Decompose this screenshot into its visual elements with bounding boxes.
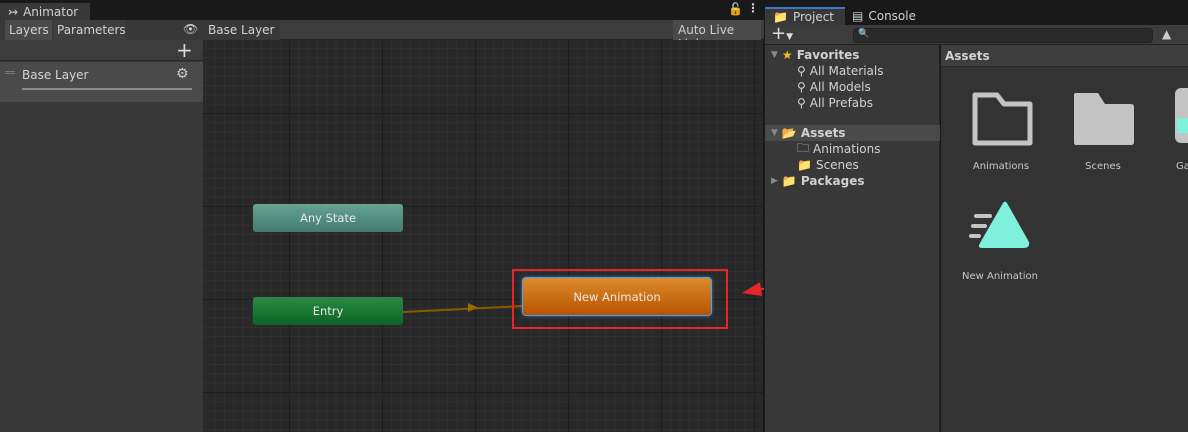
grid-item-label[interactable]: New Animation [950, 271, 1050, 282]
animation-clip-icon[interactable] [968, 200, 1038, 250]
grid-item-label[interactable]: Scenes [1053, 161, 1153, 172]
tree-assets[interactable]: ▼ 📂 Assets [765, 125, 940, 141]
prefab-icon[interactable] [1175, 88, 1188, 143]
console-icon: ▤ [852, 9, 864, 23]
project-tree: ▼ ★ Favorites ⚲ All Materials ⚲ All Models ⚲… [765, 45, 940, 432]
create-menu-button[interactable]: +▼ [771, 23, 793, 44]
state-new-animation[interactable]: New Animation [523, 278, 711, 315]
transition-arrow-icon [468, 303, 478, 312]
search-icon: ⚲ [797, 64, 806, 78]
star-icon: ★ [781, 48, 793, 62]
tab-console[interactable]: ▤ Console [852, 9, 916, 23]
transition-line[interactable] [402, 305, 524, 313]
folder-icon: 📁 [781, 174, 797, 188]
search-icon: 🔍 [858, 29, 870, 39]
grid-item-label[interactable]: Animations [951, 161, 1051, 172]
state-any-state[interactable]: Any State [253, 204, 403, 232]
grid-header: Assets [941, 45, 1188, 67]
search-icon: ⚲ [797, 96, 806, 110]
tree-packages[interactable]: ▶ 📁 Packages [771, 173, 865, 189]
filter-by-type-icon[interactable]: ▲ [1162, 27, 1171, 41]
folder-icon[interactable] [1073, 92, 1135, 146]
tree-favorites[interactable]: ▼ ★ Favorites [771, 47, 859, 63]
state-entry[interactable]: Entry [253, 297, 403, 325]
folder-icon: 📁 [773, 10, 788, 24]
tree-item[interactable]: ⚲ All Prefabs [797, 95, 873, 111]
folder-icon: 📁 [797, 158, 812, 172]
grid-item-label[interactable]: Ga [1176, 161, 1188, 172]
tree-item[interactable]: 📁 Scenes [797, 157, 859, 173]
annotation-arrowhead-icon [742, 282, 762, 296]
search-input[interactable]: 🔍 [853, 28, 1153, 43]
search-icon: ⚲ [797, 80, 806, 94]
folder-outline-icon[interactable] [972, 92, 1034, 146]
tree-item[interactable]: ⚲ All Materials [797, 63, 884, 79]
folder-open-icon: 📂 [781, 126, 797, 140]
tree-item[interactable]: ⚲ All Models [797, 79, 871, 95]
tree-item[interactable]: 🗀 Animations [797, 141, 880, 157]
